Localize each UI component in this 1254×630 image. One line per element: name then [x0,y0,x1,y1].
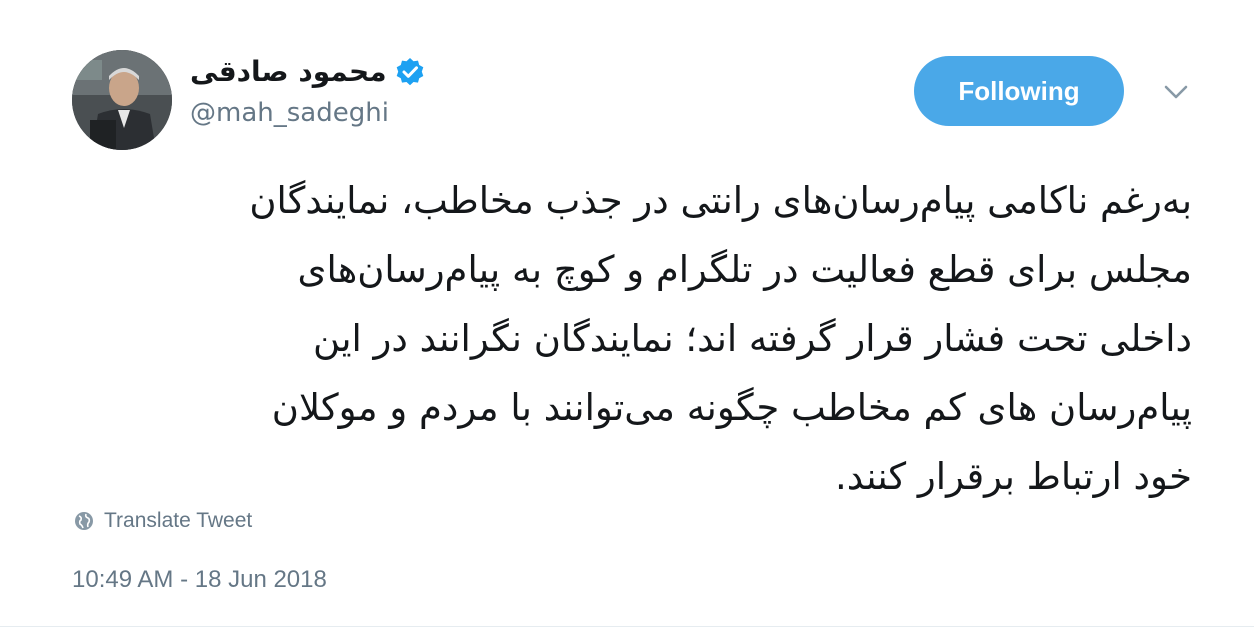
translate-tweet-link[interactable]: Translate Tweet [74,506,252,536]
verified-badge-icon [395,57,425,87]
tweet-text-line: مجلس برای قطع فعالیت در تلگرام و کوچ به … [297,248,1193,291]
following-button[interactable]: Following [914,56,1124,126]
tweet-text-line: داخلی تحت فشار قرار گرفته اند؛ نمایندگان… [313,317,1192,360]
tweet-text-line: پیام‌رسان های کم مخاطب چگونه می‌توانند ب… [271,386,1192,429]
avatar[interactable] [72,50,172,150]
tweet-text-line: به‌رغم ناکامی پیام‌رسان‌های رانتی در جذب… [249,179,1192,222]
avatar-photo [72,50,172,150]
tweet-text: به‌رغم ناکامی پیام‌رسان‌های رانتی در جذب… [70,166,1192,511]
author-display-name[interactable]: محمود صادقی [190,52,387,92]
divider [0,626,1254,627]
translate-tweet-label: Translate Tweet [104,509,253,532]
globe-icon [74,511,94,531]
chevron-down-icon[interactable] [1162,80,1190,104]
tweet-timestamp[interactable]: 10:49 AM - 18 Jun 2018 [72,566,327,594]
tweet-text-line: خود ارتباط برقرار کنند. [835,455,1192,498]
author-name-row: محمود صادقی [190,52,425,92]
tweet-card: محمود صادقی @mah_sadeghi Following به‌رغ… [0,0,1254,630]
author-handle[interactable]: @mah_sadeghi [190,98,389,128]
